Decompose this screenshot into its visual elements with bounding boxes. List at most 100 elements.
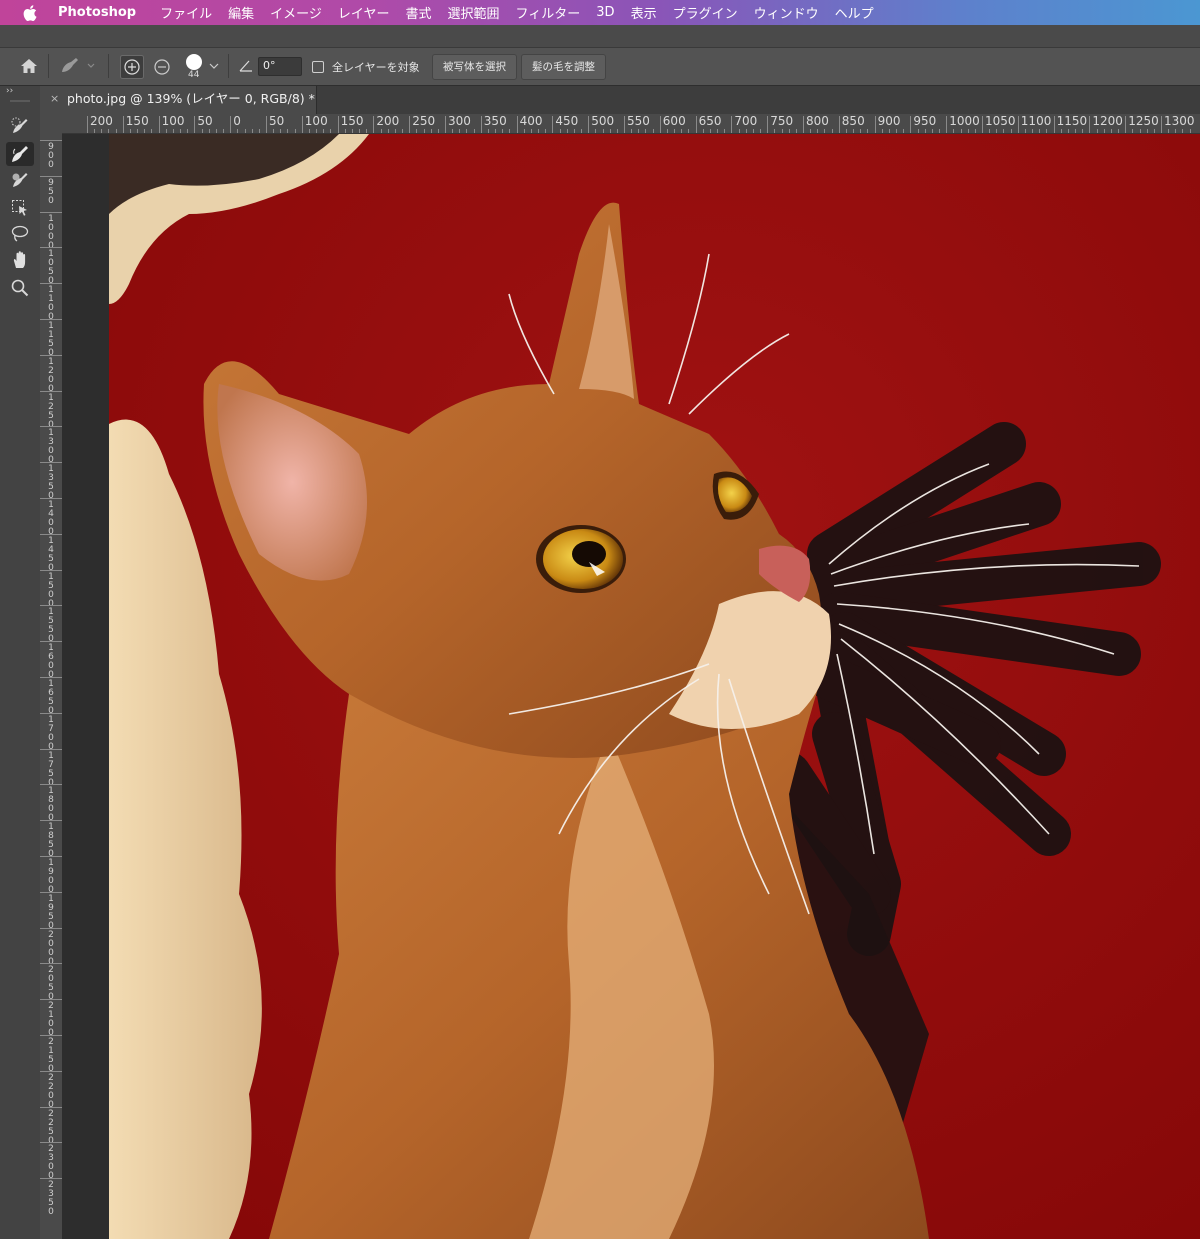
ruler-h-minor-tick [187,129,189,133]
ruler-h-minor-tick [817,129,819,133]
app-name-menu[interactable]: Photoshop [58,5,136,20]
menu-type[interactable]: 書式 [406,3,432,22]
restore-original-edge-icon[interactable] [150,55,174,79]
ruler-h-minor-tick [1039,129,1041,133]
ruler-h-minor-tick [223,129,225,133]
ruler-h-minor-tick [602,129,604,133]
ruler-h-minor-tick [294,129,296,133]
ruler-h-minor-tick [308,129,310,133]
ruler-v-label: 1650 [40,677,62,716]
zoom-tool[interactable] [6,276,34,300]
ruler-h-minor-tick [273,129,275,133]
close-tab-icon[interactable]: × [50,86,59,112]
ruler-h-minor-tick [129,129,131,133]
menu-window[interactable]: ウィンドウ [754,3,819,22]
ruler-h-minor-tick [473,129,475,133]
expand-detection-area-icon[interactable] [120,55,144,79]
refine-edge-brush-tool[interactable] [6,142,34,166]
ruler-h-label: 700 [731,114,758,133]
ruler-h-minor-tick [559,129,561,133]
ruler-h-minor-tick [745,129,747,133]
ruler-h-label: 1300 [1161,114,1195,133]
ruler-h-minor-tick [330,129,332,133]
ruler-h-minor-tick [974,129,976,133]
ruler-h-minor-tick [996,129,998,133]
ruler-h-minor-tick [573,129,575,133]
ruler-v-label: 1150 [40,319,62,358]
ruler-h-label: 150 [337,114,364,133]
refine-hair-button[interactable]: 髪の毛を調整 [521,54,606,80]
menu-plugins[interactable]: プラグイン [673,3,738,22]
ruler-origin[interactable] [40,114,63,134]
apple-logo-icon[interactable] [22,3,40,23]
ruler-v-label: 1000 [40,211,62,251]
ruler-h-minor-tick [208,129,210,133]
ruler-h-minor-tick [430,129,432,133]
ruler-h-minor-tick [1067,129,1069,133]
object-selection-tool[interactable] [6,196,34,220]
angle-input[interactable]: 0° [258,57,302,76]
menu-select[interactable]: 選択範囲 [448,3,500,22]
ruler-v-label: 950 [40,175,62,206]
brush-size-preview-icon[interactable] [184,53,204,71]
ruler-h-minor-tick [495,129,497,133]
vertical-ruler[interactable]: 9009501000105011001150120012501300135014… [40,133,63,1239]
panel-collapse-icon[interactable]: ›› [6,86,13,96]
ruler-h-minor-tick [1132,129,1134,133]
ruler-h-minor-tick [717,129,719,133]
ruler-h-minor-tick [1118,129,1120,133]
menu-view[interactable]: 表示 [631,3,657,22]
ruler-h-minor-tick [509,129,511,133]
ruler-h-minor-tick [652,129,654,133]
sample-all-layers-label[interactable]: 全レイヤーを対象 [332,59,420,75]
ruler-v-label: 1200 [40,354,62,394]
quick-selection-tool[interactable] [6,114,34,138]
ruler-v-label: 2350 [40,1178,62,1217]
ruler-h-minor-tick [989,129,991,133]
ruler-v-label: 2250 [40,1106,62,1146]
select-subject-button[interactable]: 被写体を選択 [432,54,517,80]
menu-file[interactable]: ファイル [160,3,212,22]
chevron-down-icon[interactable] [209,62,219,70]
menu-filter[interactable]: フィルター [516,3,581,22]
ruler-v-label: 2150 [40,1035,62,1074]
tool-preset-picker-icon[interactable] [58,55,98,77]
ruler-h-minor-tick [1003,129,1005,133]
ruler-h-minor-tick [795,129,797,133]
ruler-v-label: 1050 [40,247,62,286]
menu-image[interactable]: イメージ [270,3,322,22]
lasso-tool[interactable] [6,222,34,246]
ruler-h-minor-tick [137,129,139,133]
horizontal-ruler[interactable]: 200 150 100 50 0 50 100 150 200 250 300 350 400 450 50… [62,114,1200,134]
brush-icon [12,173,28,187]
menu-3d[interactable]: 3D [596,5,614,20]
menu-layer[interactable]: レイヤー [338,3,390,22]
photo [109,134,1200,1239]
ruler-h-label: 750 [767,114,794,133]
ruler-h-minor-tick [251,129,253,133]
ruler-h-minor-tick [108,129,110,133]
document-canvas[interactable] [109,134,1200,1239]
ruler-h-minor-tick [1139,129,1141,133]
panel-grip[interactable] [10,100,30,102]
menu-help[interactable]: ヘルプ [835,3,874,22]
ruler-h-minor-tick [853,129,855,133]
hand-tool[interactable] [6,248,34,272]
ruler-v-label: 1300 [40,426,62,465]
ruler-h-minor-tick [180,129,182,133]
ruler-h-minor-tick [244,129,246,133]
ruler-h-minor-tick [924,129,926,133]
brush-tool[interactable] [6,168,34,192]
home-icon[interactable] [19,57,39,75]
ruler-h-minor-tick [824,129,826,133]
sample-all-layers-checkbox[interactable] [312,61,324,73]
ruler-h-label: 500 [588,114,615,133]
ruler-h-minor-tick [201,129,203,133]
ruler-h-minor-tick [423,129,425,133]
menu-edit[interactable]: 編集 [228,3,254,22]
document-tab[interactable]: × photo.jpg @ 139% (レイヤー 0, RGB/8) * [40,86,317,114]
ruler-h-minor-tick [967,129,969,133]
ruler-h-label: 200 [87,114,113,133]
ruler-h-label: 350 [480,114,507,133]
ruler-h-minor-tick [402,129,404,133]
